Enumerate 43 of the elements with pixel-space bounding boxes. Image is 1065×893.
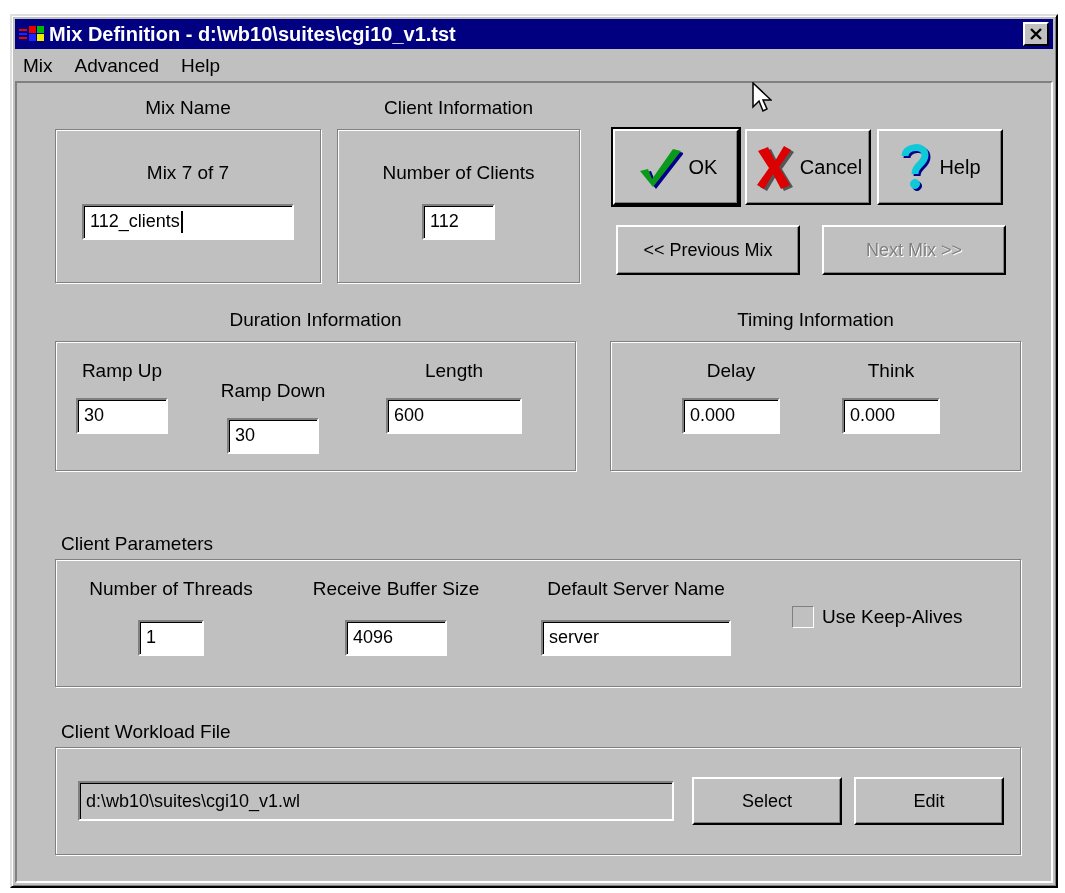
push-button[interactable]: Select xyxy=(692,777,842,825)
field-label: Length xyxy=(424,360,484,382)
field-label: Number of Clients xyxy=(382,162,535,184)
field-label: Delay xyxy=(706,360,756,382)
group-heading: Timing Information xyxy=(736,309,895,332)
cancel-button[interactable]: Cancel xyxy=(745,129,871,205)
number-field[interactable]: 30 xyxy=(76,398,168,434)
menu-item[interactable]: Advanced xyxy=(74,55,160,77)
mix-name-field[interactable]: 112_clients xyxy=(82,204,294,240)
text-field[interactable]: 1 xyxy=(138,620,204,656)
ok-button[interactable]: OK xyxy=(613,129,739,205)
mix-counter: Mix 7 of 7 xyxy=(146,162,230,184)
field-label: Receive Buffer Size xyxy=(312,578,480,600)
menu-item[interactable]: Mix xyxy=(23,55,53,77)
cursor-icon xyxy=(752,82,772,114)
window-title: Mix Definition - d:\wb10\suites\cgi10_v1.tst xyxy=(49,22,457,46)
path-field[interactable]: d:\wb10\suites\cgi10_v1.wl xyxy=(78,781,674,821)
field-label: Ramp Down xyxy=(220,380,326,402)
group-heading: Mix Name xyxy=(144,97,232,120)
nav-button[interactable]: << Previous Mix xyxy=(616,225,800,275)
number-field[interactable]: 600 xyxy=(386,398,522,434)
group-heading: Client Parameters xyxy=(60,533,215,556)
number-field[interactable]: 0.000 xyxy=(682,398,780,434)
field-label: Think xyxy=(867,360,915,382)
field-label: Ramp Up xyxy=(81,360,163,382)
number-field[interactable]: 0.000 xyxy=(842,398,940,434)
group-heading: Client Workload File xyxy=(60,721,232,744)
field-label: Number of Threads xyxy=(89,578,253,600)
close-icon xyxy=(1029,28,1043,40)
clients-field[interactable]: 112 xyxy=(422,204,495,240)
menu-item[interactable]: Help xyxy=(181,55,221,77)
group-heading: Duration Information xyxy=(228,309,403,332)
group-heading: Client Information xyxy=(383,97,534,120)
number-field[interactable]: 30 xyxy=(227,418,319,454)
app-icon xyxy=(19,24,45,44)
help-button[interactable]: Help xyxy=(877,129,1003,205)
checkbox-square[interactable] xyxy=(792,606,814,628)
close-button[interactable] xyxy=(1023,22,1049,46)
push-button[interactable]: Edit xyxy=(854,777,1004,825)
field-label: Default Server Name xyxy=(547,578,725,600)
text-field[interactable]: 4096 xyxy=(345,620,447,656)
keep-alives-checkbox[interactable]: Use Keep-Alives xyxy=(792,606,963,628)
text-field[interactable]: server xyxy=(541,620,731,656)
